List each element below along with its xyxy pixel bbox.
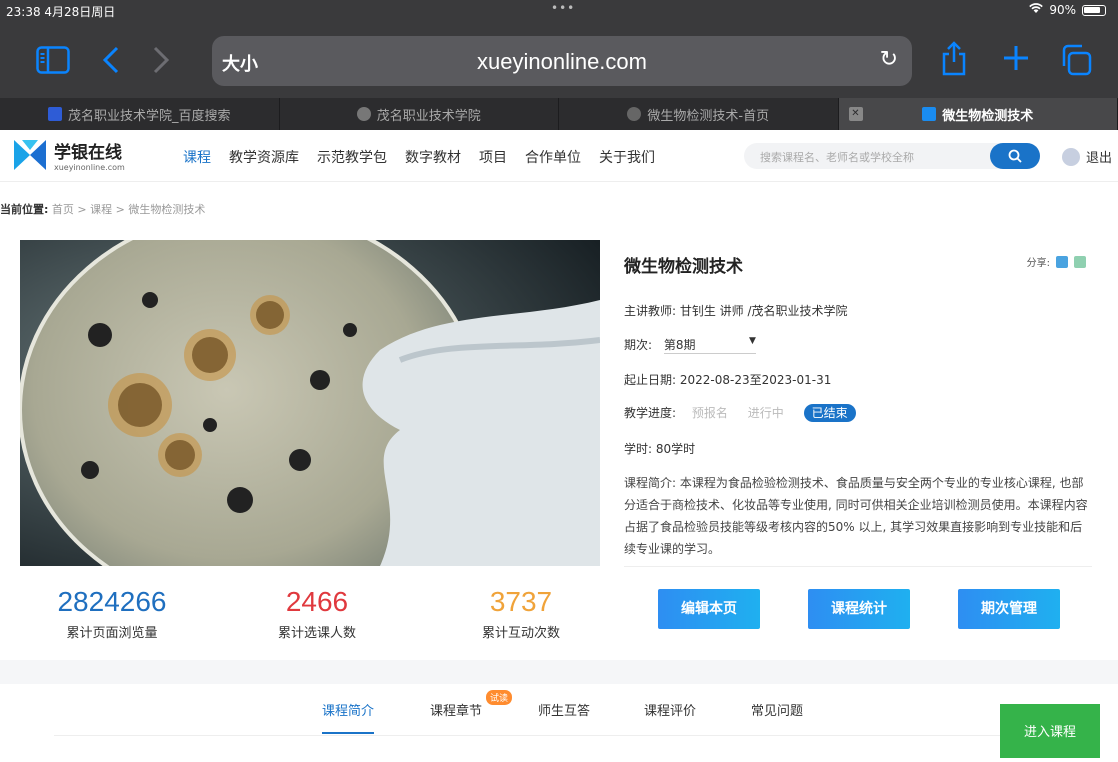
- tab-course-home[interactable]: 微生物检测技术-首页: [559, 98, 839, 130]
- logo-domain: xueyinonline.com: [54, 163, 125, 172]
- search-input[interactable]: 搜索课程名、老师名或学校全称: [744, 143, 1040, 169]
- period-management-button[interactable]: 期次管理: [958, 589, 1060, 629]
- globe-icon: [357, 107, 371, 121]
- period-select[interactable]: 第8期 ▼: [664, 336, 756, 354]
- breadcrumb-path[interactable]: 首页 > 课程 > 微生物检测技术: [52, 203, 205, 216]
- url-text[interactable]: xueyinonline.com: [212, 49, 912, 75]
- search-icon: [1008, 149, 1022, 163]
- status-time: 23:38 4月28日周日: [6, 3, 115, 20]
- breadcrumb-prefix: 当前位置:: [0, 203, 48, 216]
- close-tab-icon[interactable]: ✕: [849, 107, 863, 121]
- browser-toolbar: 大小 xueyinonline.com ↻: [0, 20, 1118, 98]
- multitask-dots[interactable]: •••: [551, 1, 575, 15]
- baidu-favicon-icon: [48, 107, 62, 121]
- forward-icon[interactable]: [152, 46, 170, 79]
- logout-link[interactable]: 退出: [1062, 147, 1112, 166]
- xueyin-logo-icon: [12, 138, 48, 172]
- avatar: [1062, 148, 1080, 166]
- share-icon[interactable]: [940, 40, 968, 81]
- tab-course-intro[interactable]: 课程简介: [322, 700, 374, 719]
- logo-name: 学银在线: [54, 138, 125, 163]
- course-actions: 编辑本页 课程统计 期次管理: [658, 589, 1060, 629]
- tabs-overview-icon[interactable]: [1060, 44, 1092, 81]
- course-stats-button[interactable]: 课程统计: [808, 589, 910, 629]
- section-divider: [0, 660, 1118, 684]
- stat-enrollments: 2466 累计选课人数: [217, 586, 417, 641]
- nav-courses[interactable]: 课程: [183, 147, 211, 167]
- course-cover-image: [20, 240, 600, 566]
- browser-tabs: 茂名职业技术学院_百度搜索 茂名职业技术学院 微生物检测技术-首页 ✕ 微生物检…: [0, 98, 1118, 130]
- progress-pre-register: 预报名: [692, 406, 728, 420]
- wifi-icon: [1029, 3, 1043, 17]
- back-icon[interactable]: [102, 46, 120, 79]
- stat-label: 累计页面浏览量: [12, 622, 212, 641]
- globe-icon: [627, 107, 641, 121]
- stat-page-views: 2824266 累计页面浏览量: [12, 586, 212, 641]
- course-description: 课程简介: 本课程为食品检验检测技术、食品质量与安全两个专业的专业核心课程, 也…: [624, 472, 1092, 567]
- site-logo[interactable]: 学银在线 xueyinonline.com: [12, 138, 125, 172]
- tab-faq[interactable]: 常见问题: [751, 700, 803, 719]
- stat-value: 3737: [421, 586, 621, 618]
- reload-icon[interactable]: ↻: [880, 47, 898, 72]
- nav-about[interactable]: 关于我们: [599, 147, 655, 167]
- trial-badge: 试读: [486, 690, 512, 705]
- breadcrumb: 当前位置: 首页 > 课程 > 微生物检测技术: [0, 201, 205, 217]
- nav-demo-packages[interactable]: 示范教学包: [317, 147, 387, 167]
- course-title: 微生物检测技术: [624, 252, 1092, 277]
- tab-qa[interactable]: 师生互答: [538, 700, 590, 719]
- stat-label: 累计选课人数: [217, 622, 417, 641]
- xueyin-favicon-icon: [922, 107, 936, 121]
- course-period: 期次: 第8期 ▼: [624, 336, 756, 354]
- search-button[interactable]: [990, 143, 1040, 169]
- nav-resource-library[interactable]: 教学资源库: [229, 147, 299, 167]
- battery-percent: 90%: [1049, 3, 1076, 17]
- tab-baidu-search[interactable]: 茂名职业技术学院_百度搜索: [0, 98, 280, 130]
- course-progress: 教学进度: 预报名 进行中 已结束: [624, 404, 872, 421]
- nav-digital-textbooks[interactable]: 数字教材: [405, 147, 461, 167]
- dropdown-arrow-icon: ▼: [749, 336, 756, 346]
- stat-label: 累计互动次数: [421, 622, 621, 641]
- course-info-panel: 微生物检测技术 分享: 主讲教师: 甘钊生 讲师 /茂名职业技术学院 期次: 第…: [624, 240, 1092, 277]
- nav-partners[interactable]: 合作单位: [525, 147, 581, 167]
- stat-interactions: 3737 累计互动次数: [421, 586, 621, 641]
- site-header: 学银在线 xueyinonline.com 课程 教学资源库 示范教学包 数字教…: [0, 130, 1118, 182]
- tab-college[interactable]: 茂名职业技术学院: [280, 98, 560, 130]
- course-teacher: 主讲教师: 甘钊生 讲师 /茂名职业技术学院: [624, 302, 848, 319]
- sidebar-icon[interactable]: [36, 46, 70, 79]
- new-tab-icon[interactable]: [1002, 44, 1030, 78]
- share-bar: 分享:: [1027, 254, 1086, 269]
- progress-ended: 已结束: [804, 404, 856, 422]
- course-dates: 起止日期: 2022-08-23至2023-01-31: [624, 371, 831, 388]
- stat-value: 2824266: [12, 586, 212, 618]
- enter-course-button[interactable]: 进入课程: [1000, 704, 1100, 758]
- qrcode-share-icon[interactable]: [1074, 256, 1086, 268]
- progress-in-progress: 进行中: [748, 406, 784, 420]
- tab-course-chapters[interactable]: 课程章节: [430, 700, 482, 719]
- search-placeholder: 搜索课程名、老师名或学校全称: [760, 149, 914, 165]
- address-bar[interactable]: 大小 xueyinonline.com ↻: [212, 36, 912, 86]
- status-bar: 23:38 4月28日周日 ••• 90%: [0, 0, 1118, 20]
- battery-icon: [1082, 5, 1106, 16]
- edit-page-button[interactable]: 编辑本页: [658, 589, 760, 629]
- main-nav: 课程 教学资源库 示范教学包 数字教材 项目 合作单位 关于我们: [183, 147, 655, 167]
- content-tabs: 课程简介 课程章节 师生互答 课程评价 常见问题: [54, 684, 1094, 736]
- nav-projects[interactable]: 项目: [479, 147, 507, 167]
- weibo-share-icon[interactable]: [1056, 256, 1068, 268]
- tab-reviews[interactable]: 课程评价: [644, 700, 696, 719]
- tab-current-course[interactable]: ✕ 微生物检测技术: [839, 98, 1118, 130]
- course-hours: 学时: 80学时: [624, 440, 695, 457]
- stat-value: 2466: [217, 586, 417, 618]
